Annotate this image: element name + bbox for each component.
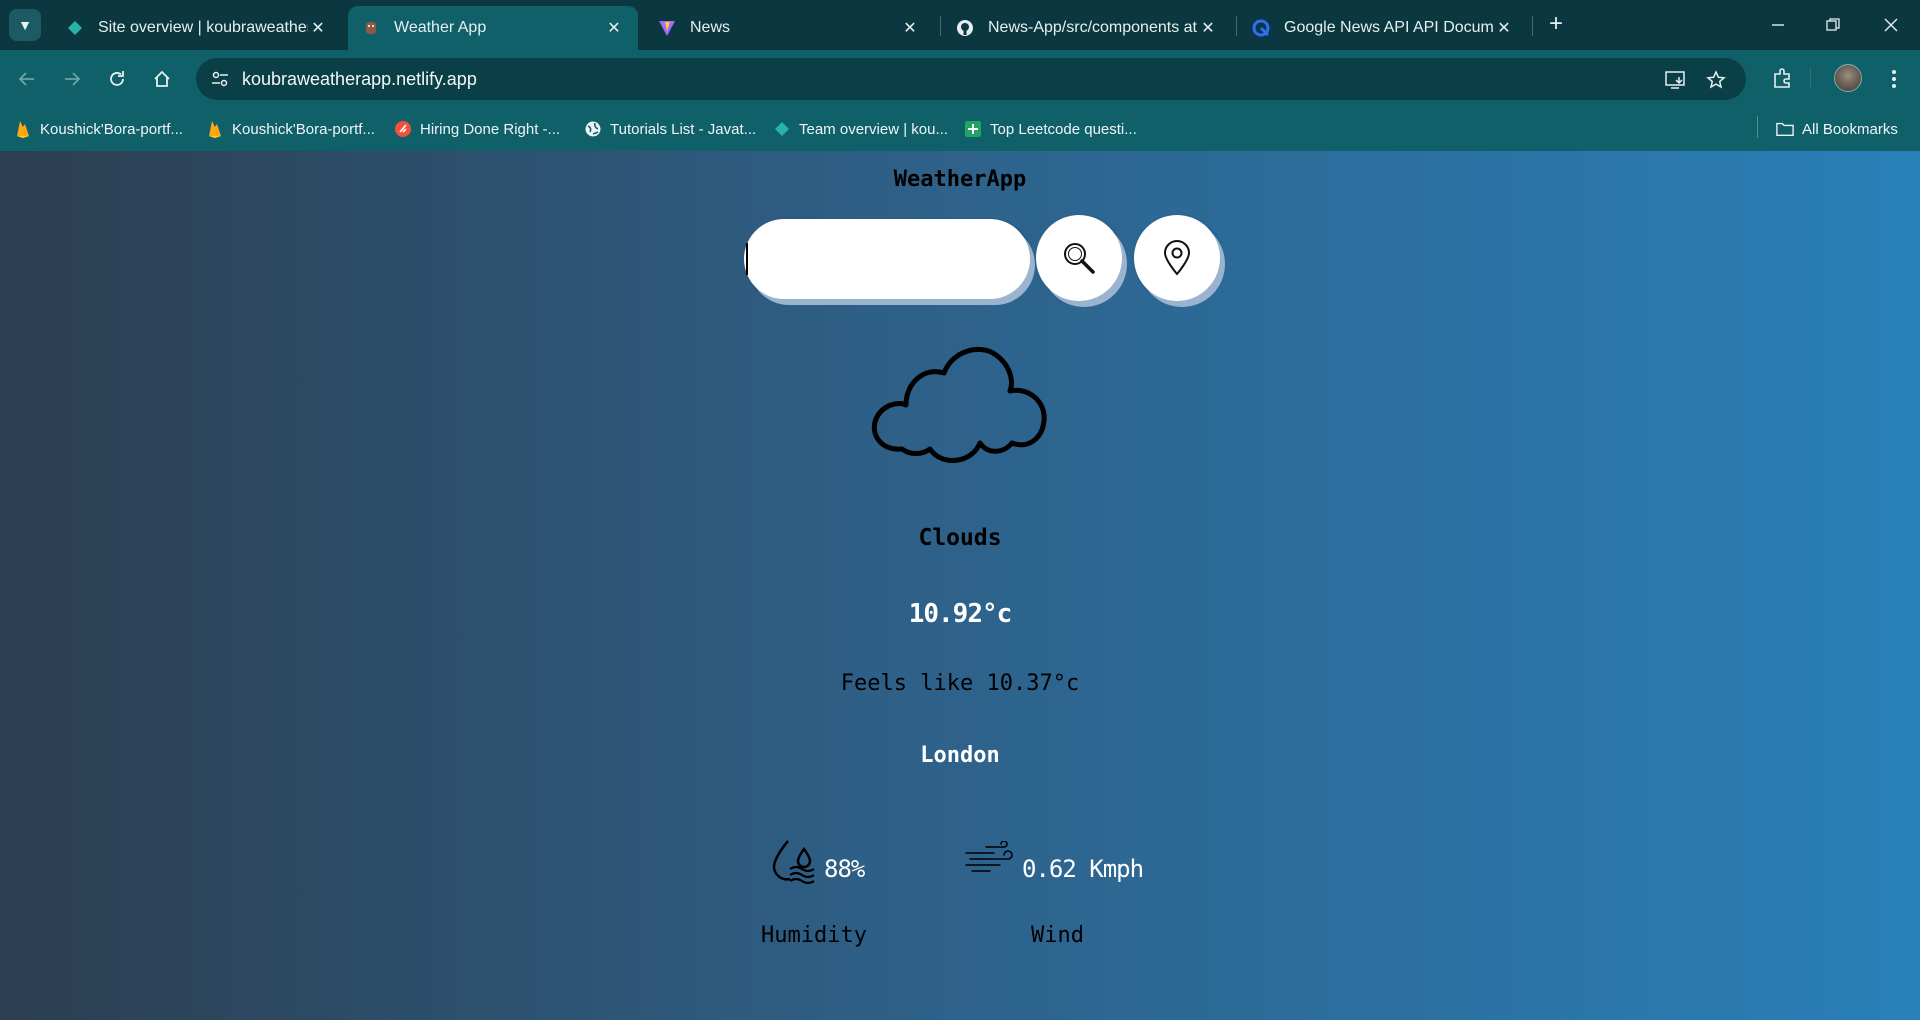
close-icon[interactable]: ✕	[900, 18, 920, 38]
reload-button[interactable]	[100, 62, 134, 96]
wind-icon	[965, 841, 1013, 872]
bookmark-item[interactable]: Koushick'Bora-portf...	[206, 118, 375, 140]
search-button[interactable]	[1036, 215, 1122, 301]
tab-title: Site overview | koubraweathera	[98, 19, 308, 36]
tab-divider	[1236, 16, 1237, 36]
avatar[interactable]	[1834, 64, 1862, 92]
bookmark-label: Top Leetcode questi...	[990, 120, 1137, 138]
bookmark-item[interactable]: Top Leetcode questi...	[964, 118, 1137, 140]
weather-app-page: WeatherApp Clouds 10.92°c Feels like 10.…	[0, 151, 1920, 1020]
wind-label: Wind	[1031, 923, 1084, 948]
toolbar-divider	[1810, 68, 1811, 88]
new-tab-button[interactable]: +	[1543, 12, 1569, 38]
cloud-icon	[871, 346, 1047, 463]
humidity-label: Humidity	[761, 923, 867, 948]
github-icon	[956, 19, 974, 37]
tab-title: News	[690, 19, 731, 36]
humidity-value: 88%	[824, 855, 865, 883]
close-icon[interactable]: ✕	[604, 18, 624, 38]
all-bookmarks-button[interactable]: All Bookmarks	[1776, 118, 1898, 140]
tab-strip: ▼ Site overview | koubraweathera ✕ Weath…	[0, 0, 1920, 50]
arrow-right-icon	[65, 72, 81, 86]
tab-github-news-app[interactable]: News-App/src/components at m ✕	[942, 6, 1232, 50]
tab-divider	[1532, 16, 1533, 36]
tab-news[interactable]: News ✕	[644, 6, 934, 50]
home-icon	[154, 70, 170, 87]
weather-app-favicon	[362, 19, 380, 37]
wind-value: 0.62 Kmph	[1022, 855, 1144, 883]
bookmark-label: Hiring Done Right -...	[420, 120, 561, 138]
address-bar[interactable]: koubraweatherapp.netlify.app	[196, 58, 1746, 100]
city-search-input[interactable]	[744, 219, 1030, 299]
tab-site-overview[interactable]: Site overview | koubraweathera ✕	[52, 6, 342, 50]
home-button[interactable]	[145, 62, 179, 96]
bookmark-item[interactable]: Hiring Done Right -...	[394, 118, 560, 140]
bookmark-label: Team overview | kou...	[799, 120, 948, 138]
url-text: koubraweatherapp.netlify.app	[242, 69, 477, 89]
temperature-value: 10.92°c	[908, 599, 1013, 629]
minimize-button[interactable]	[1755, 8, 1801, 42]
tab-search-button[interactable]: ▼	[9, 9, 41, 41]
back-button[interactable]	[10, 62, 44, 96]
close-window-button[interactable]	[1868, 8, 1914, 42]
search-icon	[1064, 243, 1095, 274]
rocket-icon	[394, 120, 412, 138]
restore-button[interactable]	[1810, 8, 1856, 42]
bookmarks-bar: Koushick'Bora-portf... Koushick'Bora-por…	[0, 108, 1920, 151]
menu-dots-icon[interactable]	[1879, 64, 1909, 94]
firebase-icon	[206, 120, 224, 138]
folder-icon	[1776, 120, 1794, 138]
all-bookmarks-label: All Bookmarks	[1802, 120, 1898, 138]
tab-weather-app[interactable]: Weather App ✕	[348, 6, 638, 50]
close-icon[interactable]: ✕	[308, 18, 328, 38]
location-button[interactable]	[1134, 215, 1220, 301]
feels-like-text: Feels like 10.37°c	[840, 671, 1080, 696]
bookmark-label: Tutorials List - Javat...	[610, 120, 757, 138]
page-title: WeatherApp	[893, 167, 1027, 192]
bookmark-label: Koushick'Bora-portf...	[40, 120, 183, 138]
firebase-icon	[14, 120, 32, 138]
tab-title: News-App/src/components at m	[988, 19, 1198, 36]
reload-icon	[110, 71, 124, 86]
netlify-diamond-icon	[773, 120, 791, 138]
api-docs-icon	[1252, 19, 1270, 37]
bookmark-item[interactable]: Tutorials List - Javat...	[584, 118, 756, 140]
bookmark-label: Koushick'Bora-portf...	[232, 120, 375, 138]
star-icon[interactable]	[1704, 68, 1728, 92]
globe-icon	[584, 120, 602, 138]
tab-title: Weather App	[394, 19, 487, 36]
arrow-left-icon	[18, 72, 34, 86]
text-caret	[746, 243, 748, 275]
netlify-diamond-icon	[66, 19, 84, 37]
tab-divider	[940, 16, 941, 36]
close-icon[interactable]: ✕	[1494, 18, 1514, 38]
browser-toolbar: koubraweatherapp.netlify.app	[0, 50, 1920, 108]
site-info-icon[interactable]	[210, 69, 230, 89]
bookmarks-divider	[1757, 116, 1758, 138]
extensions-icon[interactable]	[1767, 64, 1797, 94]
bookmark-item[interactable]: Team overview | kou...	[773, 118, 948, 140]
sheets-icon	[964, 120, 982, 138]
close-icon[interactable]: ✕	[1198, 18, 1218, 38]
install-app-icon[interactable]	[1664, 68, 1688, 92]
humidity-icon	[772, 840, 815, 885]
chevron-down-icon: ▼	[18, 17, 32, 33]
location-pin-icon	[1163, 240, 1191, 276]
vite-icon	[658, 19, 676, 37]
forward-button[interactable]	[55, 62, 89, 96]
tab-title: Google News API API Documen	[1284, 19, 1494, 36]
weather-condition: Clouds	[918, 525, 1002, 551]
bookmark-item[interactable]: Koushick'Bora-portf...	[14, 118, 183, 140]
city-name: London	[920, 743, 1000, 768]
tab-google-news-api[interactable]: Google News API API Documen ✕	[1238, 6, 1528, 50]
